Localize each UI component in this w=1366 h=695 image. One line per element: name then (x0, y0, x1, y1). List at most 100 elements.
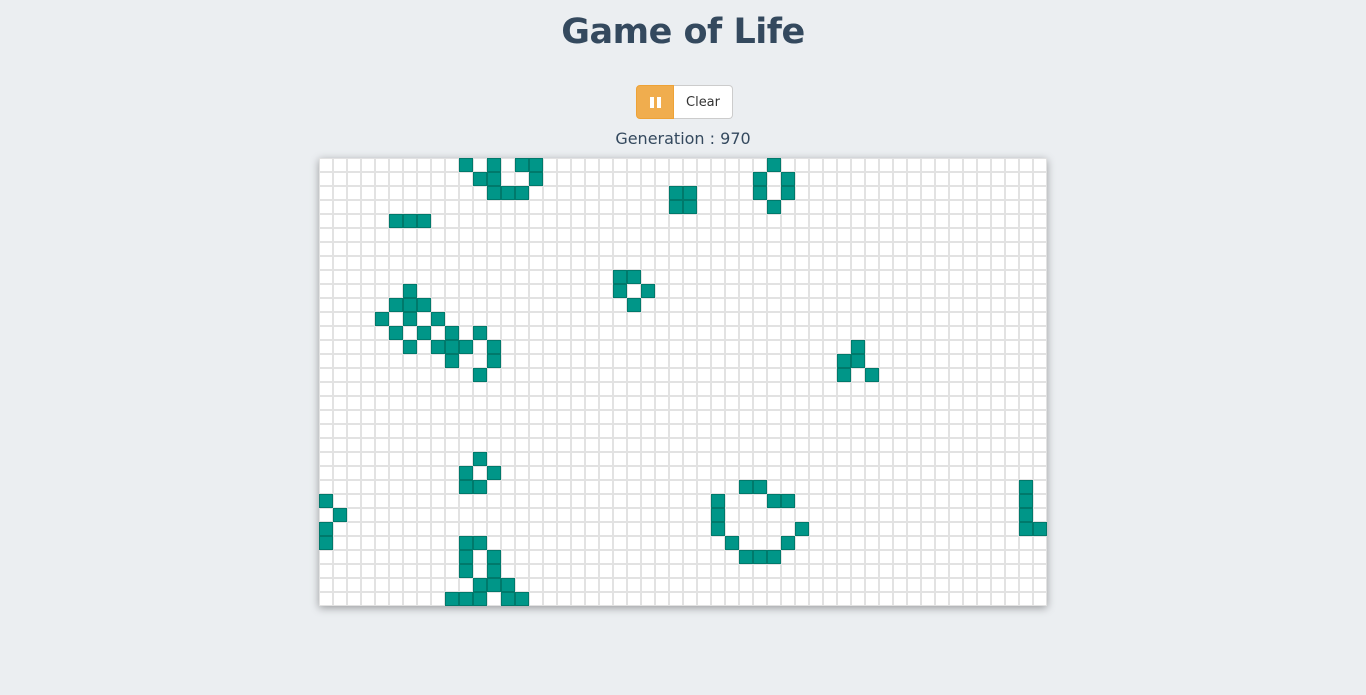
cell-dead[interactable] (319, 354, 333, 368)
cell-dead[interactable] (865, 522, 879, 536)
cell-alive[interactable] (473, 536, 487, 550)
cell-dead[interactable] (431, 424, 445, 438)
cell-dead[interactable] (487, 326, 501, 340)
cell-dead[interactable] (669, 480, 683, 494)
cell-dead[interactable] (627, 508, 641, 522)
cell-alive[interactable] (403, 214, 417, 228)
cell-dead[interactable] (669, 550, 683, 564)
cell-dead[interactable] (389, 242, 403, 256)
cell-dead[interactable] (879, 368, 893, 382)
cell-dead[interactable] (1005, 298, 1019, 312)
cell-dead[interactable] (949, 564, 963, 578)
cell-dead[interactable] (963, 494, 977, 508)
cell-dead[interactable] (571, 172, 585, 186)
cell-dead[interactable] (403, 410, 417, 424)
cell-dead[interactable] (781, 326, 795, 340)
cell-dead[interactable] (599, 480, 613, 494)
cell-dead[interactable] (613, 186, 627, 200)
cell-dead[interactable] (585, 326, 599, 340)
cell-dead[interactable] (641, 270, 655, 284)
cell-dead[interactable] (767, 256, 781, 270)
cell-dead[interactable] (697, 452, 711, 466)
cell-dead[interactable] (599, 214, 613, 228)
cell-dead[interactable] (851, 298, 865, 312)
cell-alive[interactable] (403, 284, 417, 298)
cell-dead[interactable] (543, 578, 557, 592)
cell-dead[interactable] (865, 200, 879, 214)
cell-dead[interactable] (669, 466, 683, 480)
cell-dead[interactable] (991, 522, 1005, 536)
cell-dead[interactable] (921, 214, 935, 228)
cell-dead[interactable] (347, 592, 361, 606)
cell-dead[interactable] (851, 312, 865, 326)
cell-dead[interactable] (809, 200, 823, 214)
cell-dead[interactable] (585, 242, 599, 256)
cell-dead[interactable] (977, 298, 991, 312)
cell-dead[interactable] (963, 200, 977, 214)
cell-dead[interactable] (543, 242, 557, 256)
cell-dead[interactable] (879, 172, 893, 186)
cell-dead[interactable] (361, 354, 375, 368)
cell-dead[interactable] (627, 466, 641, 480)
cell-dead[interactable] (543, 312, 557, 326)
cell-dead[interactable] (921, 480, 935, 494)
cell-dead[interactable] (753, 312, 767, 326)
cell-dead[interactable] (473, 466, 487, 480)
cell-dead[interactable] (697, 368, 711, 382)
cell-dead[interactable] (445, 242, 459, 256)
cell-dead[interactable] (879, 410, 893, 424)
cell-dead[interactable] (977, 354, 991, 368)
cell-dead[interactable] (627, 242, 641, 256)
cell-dead[interactable] (879, 522, 893, 536)
cell-dead[interactable] (823, 578, 837, 592)
cell-dead[interactable] (473, 312, 487, 326)
cell-dead[interactable] (809, 466, 823, 480)
cell-dead[interactable] (683, 396, 697, 410)
cell-dead[interactable] (417, 270, 431, 284)
cell-dead[interactable] (347, 368, 361, 382)
cell-dead[interactable] (571, 200, 585, 214)
cell-dead[interactable] (487, 508, 501, 522)
cell-dead[interactable] (865, 410, 879, 424)
cell-dead[interactable] (851, 466, 865, 480)
cell-dead[interactable] (795, 158, 809, 172)
cell-dead[interactable] (403, 186, 417, 200)
cell-dead[interactable] (753, 410, 767, 424)
cell-dead[interactable] (515, 270, 529, 284)
cell-alive[interactable] (487, 186, 501, 200)
cell-dead[interactable] (473, 214, 487, 228)
cell-dead[interactable] (1005, 578, 1019, 592)
cell-dead[interactable] (949, 172, 963, 186)
cell-dead[interactable] (557, 270, 571, 284)
cell-dead[interactable] (557, 396, 571, 410)
cell-dead[interactable] (1005, 564, 1019, 578)
cell-dead[interactable] (543, 592, 557, 606)
cell-dead[interactable] (935, 424, 949, 438)
cell-dead[interactable] (361, 326, 375, 340)
cell-dead[interactable] (585, 214, 599, 228)
cell-dead[interactable] (669, 494, 683, 508)
cell-dead[interactable] (529, 564, 543, 578)
cell-dead[interactable] (795, 452, 809, 466)
cell-dead[interactable] (1019, 228, 1033, 242)
cell-dead[interactable] (949, 396, 963, 410)
cell-dead[interactable] (599, 312, 613, 326)
cell-dead[interactable] (739, 536, 753, 550)
cell-dead[interactable] (543, 480, 557, 494)
cell-dead[interactable] (487, 242, 501, 256)
cell-dead[interactable] (963, 228, 977, 242)
cell-dead[interactable] (515, 438, 529, 452)
cell-dead[interactable] (739, 354, 753, 368)
cell-dead[interactable] (319, 312, 333, 326)
cell-dead[interactable] (487, 214, 501, 228)
cell-dead[interactable] (963, 214, 977, 228)
cell-dead[interactable] (389, 382, 403, 396)
cell-dead[interactable] (921, 494, 935, 508)
cell-dead[interactable] (739, 368, 753, 382)
cell-dead[interactable] (543, 228, 557, 242)
cell-dead[interactable] (347, 340, 361, 354)
cell-dead[interactable] (963, 452, 977, 466)
cell-dead[interactable] (459, 256, 473, 270)
cell-dead[interactable] (781, 578, 795, 592)
cell-dead[interactable] (487, 536, 501, 550)
